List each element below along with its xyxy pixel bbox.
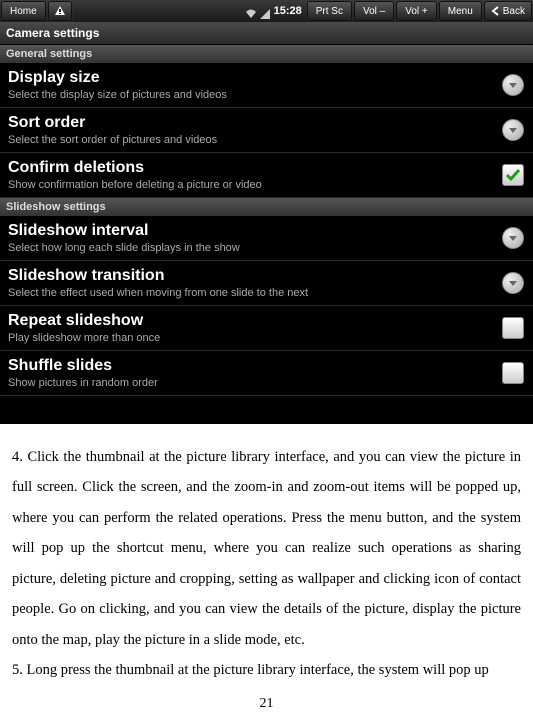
dropdown-icon[interactable] [502, 119, 524, 141]
paragraph-5: 5. Long press the thumbnail at the pictu… [12, 655, 521, 685]
section-slideshow-settings: Slideshow settings [0, 198, 533, 216]
row-title: Slideshow interval [8, 222, 501, 240]
status-bar-center: 15:28 [73, 0, 306, 22]
dropdown-icon[interactable] [502, 227, 524, 249]
dropdown-icon[interactable] [502, 272, 524, 294]
row-slideshow-interval[interactable]: Slideshow interval Select how long each … [0, 216, 533, 261]
row-repeat-slideshow[interactable]: Repeat slideshow Play slideshow more tha… [0, 306, 533, 351]
page-number: 21 [0, 696, 533, 712]
checkbox-unchecked[interactable] [502, 362, 524, 384]
row-slideshow-transition[interactable]: Slideshow transition Select the effect u… [0, 261, 533, 306]
row-title: Repeat slideshow [8, 312, 501, 330]
paragraph-4: 4. Click the thumbnail at the picture li… [12, 442, 521, 655]
row-sort-order[interactable]: Sort order Select the sort order of pict… [0, 108, 533, 153]
row-subtitle: Select how long each slide displays in t… [8, 242, 501, 254]
menu-button[interactable]: Menu [439, 1, 482, 21]
checkbox-unchecked[interactable] [502, 317, 524, 339]
status-bar: Home 15:28 Prt Sc Vol – Vol + Menu Back [0, 0, 533, 22]
page-title: Camera settings [0, 22, 533, 45]
row-display-size[interactable]: Display size Select the display size of … [0, 63, 533, 108]
signal-icon [260, 6, 270, 16]
row-title: Shuffle slides [8, 357, 501, 375]
row-title: Display size [8, 69, 501, 87]
wifi-icon [246, 6, 256, 16]
device-frame: Home 15:28 Prt Sc Vol – Vol + Menu Back … [0, 0, 533, 424]
row-subtitle: Show confirmation before deleting a pict… [8, 179, 501, 191]
document-text: 4. Click the thumbnail at the picture li… [0, 424, 533, 686]
empty-area [0, 396, 533, 424]
dropdown-icon[interactable] [502, 74, 524, 96]
back-button[interactable]: Back [484, 1, 532, 21]
clock: 15:28 [274, 5, 302, 17]
row-title: Sort order [8, 114, 501, 132]
printscreen-button[interactable]: Prt Sc [307, 1, 352, 21]
volume-down-button[interactable]: Vol – [354, 1, 394, 21]
row-title: Slideshow transition [8, 267, 501, 285]
row-subtitle: Select the effect used when moving from … [8, 287, 501, 299]
row-title: Confirm deletions [8, 159, 501, 177]
row-subtitle: Show pictures in random order [8, 377, 501, 389]
section-general-settings: General settings [0, 45, 533, 63]
row-subtitle: Play slideshow more than once [8, 332, 501, 344]
volume-up-button[interactable]: Vol + [396, 1, 437, 21]
row-shuffle-slides[interactable]: Shuffle slides Show pictures in random o… [0, 351, 533, 396]
row-confirm-deletions[interactable]: Confirm deletions Show confirmation befo… [0, 153, 533, 198]
row-subtitle: Select the display size of pictures and … [8, 89, 501, 101]
home-button[interactable]: Home [1, 1, 46, 21]
row-subtitle: Select the sort order of pictures and vi… [8, 134, 501, 146]
notification-button[interactable] [48, 1, 72, 21]
checkbox-checked[interactable] [502, 164, 524, 186]
